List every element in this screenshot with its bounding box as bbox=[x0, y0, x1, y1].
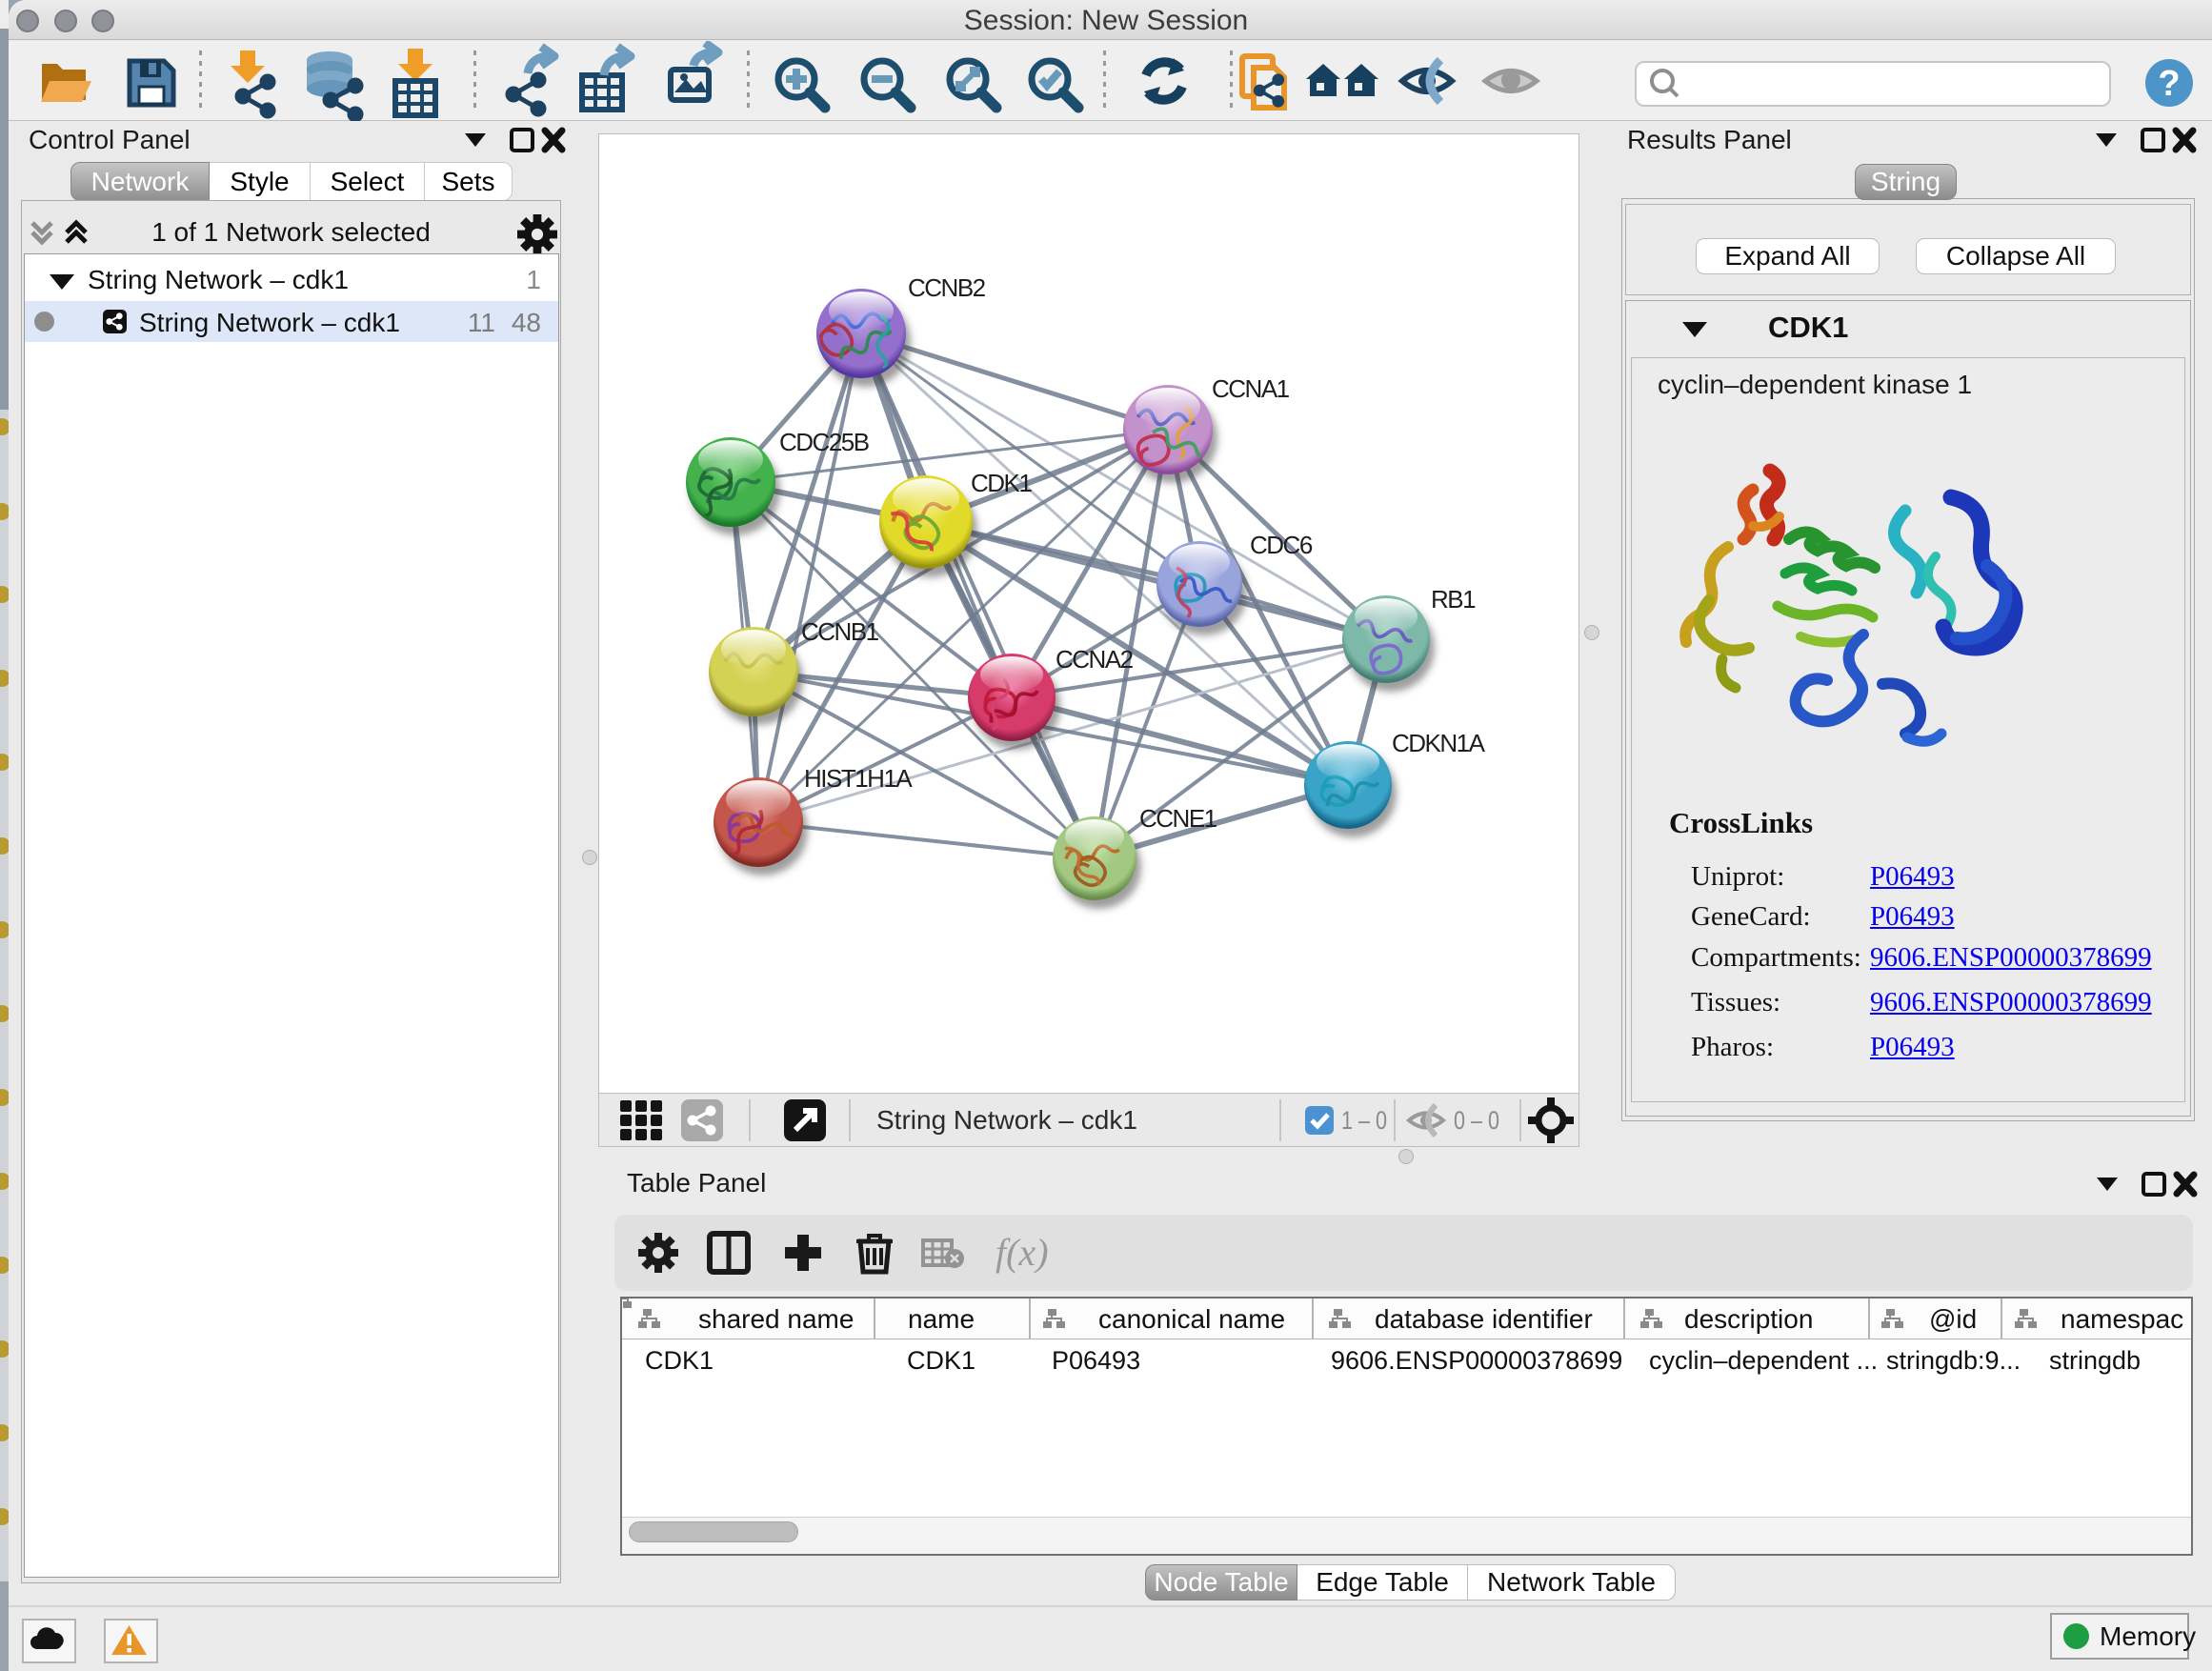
svg-text:CDK1: CDK1 bbox=[971, 469, 1032, 497]
svg-text:0 – 0: 0 – 0 bbox=[1454, 1106, 1499, 1135]
svg-text:CCNB2: CCNB2 bbox=[908, 273, 986, 302]
svg-text:shared name: shared name bbox=[698, 1304, 854, 1334]
svg-text:canonical name: canonical name bbox=[1098, 1304, 1285, 1334]
svg-text:1 – 0: 1 – 0 bbox=[1341, 1106, 1387, 1135]
svg-text:f(x): f(x) bbox=[995, 1231, 1049, 1274]
svg-text:CDKN1A: CDKN1A bbox=[1392, 729, 1486, 757]
svg-text:database identifier: database identifier bbox=[1375, 1304, 1593, 1334]
svg-text:String Network – cdk1: String Network – cdk1 bbox=[876, 1105, 1137, 1135]
svg-text:CCNA2: CCNA2 bbox=[1056, 645, 1134, 674]
svg-text:description: description bbox=[1684, 1304, 1813, 1334]
svg-text:CCNB1: CCNB1 bbox=[801, 617, 879, 646]
svg-text:?: ? bbox=[2158, 64, 2180, 104]
svg-text:CCNA1: CCNA1 bbox=[1212, 374, 1290, 403]
svg-text:CDC6: CDC6 bbox=[1250, 531, 1313, 559]
svg-text:HIST1H1A: HIST1H1A bbox=[804, 764, 913, 793]
svg-text:CCNE1: CCNE1 bbox=[1139, 804, 1217, 833]
svg-text:CDC25B: CDC25B bbox=[779, 428, 869, 456]
svg-text:name: name bbox=[908, 1304, 975, 1334]
svg-text:RB1: RB1 bbox=[1431, 585, 1476, 614]
svg-text:namespac: namespac bbox=[2061, 1304, 2183, 1334]
svg-text:@id: @id bbox=[1929, 1304, 1977, 1334]
